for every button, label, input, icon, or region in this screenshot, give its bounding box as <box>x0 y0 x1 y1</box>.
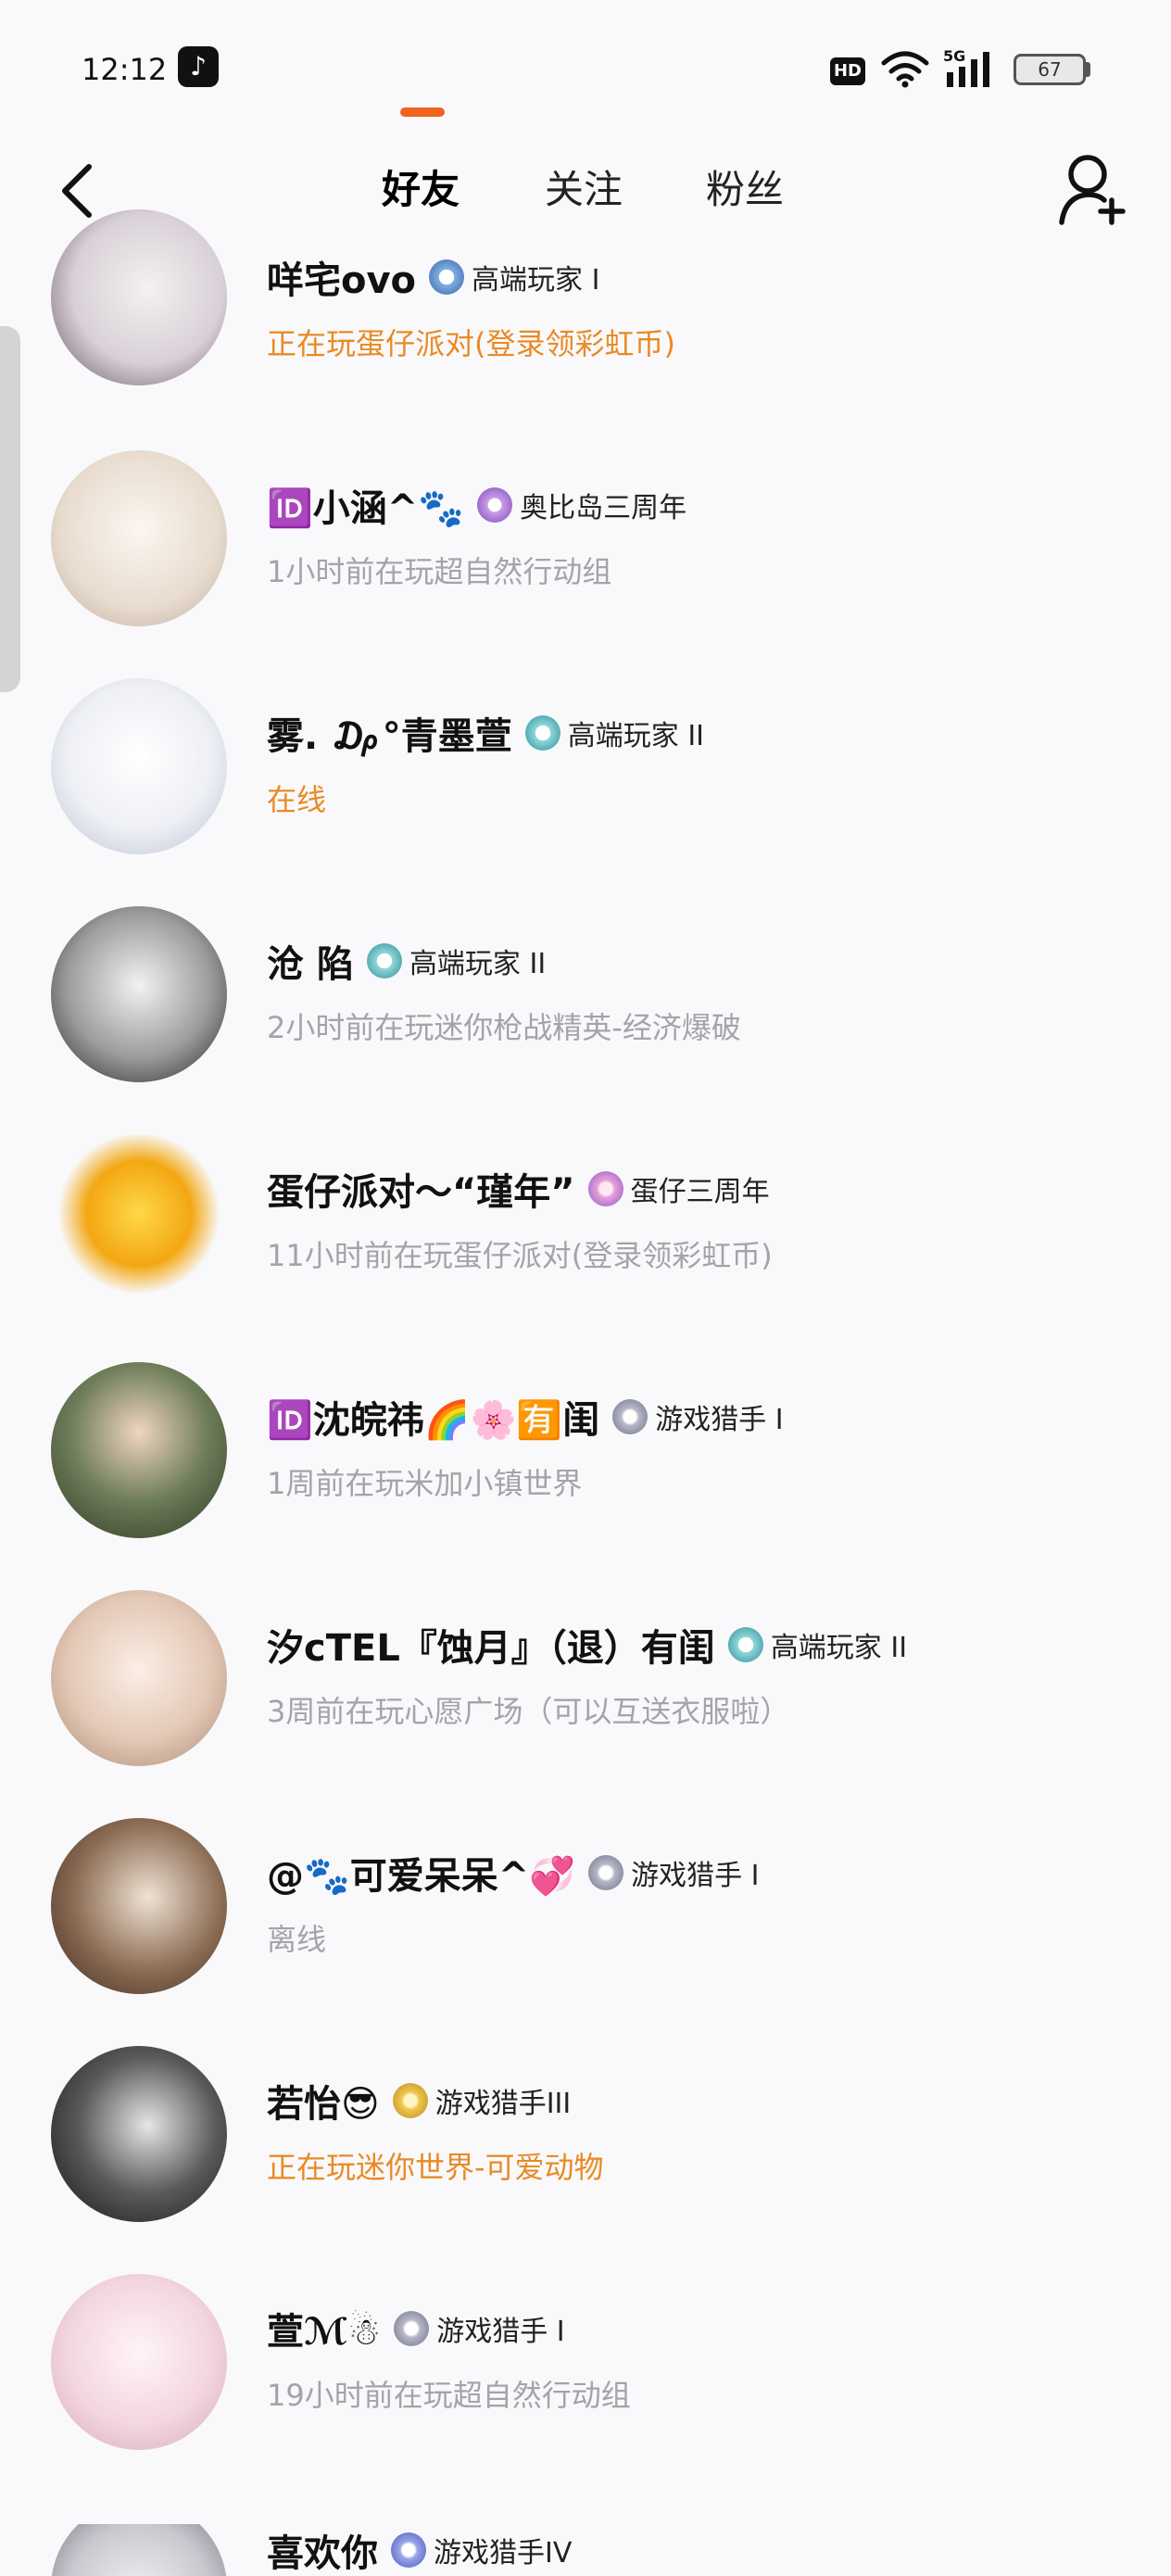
badge-icon <box>612 1399 648 1434</box>
badge-label: 蛋仔三周年 <box>630 1176 770 1208</box>
friend-status: 2小时前在玩迷你枪战精英-经济爆破 <box>267 1010 741 1045</box>
avatar <box>51 450 227 626</box>
badge-label: 高端玩家 II <box>409 948 547 980</box>
avatar <box>51 1362 227 1538</box>
friend-row[interactable]: 🆔沈皖祎🌈🌸🈶闺 游戏猎手 I 1周前在玩米加小镇世界 <box>0 1362 1171 1616</box>
friend-name: 🆔沈皖祎🌈🌸🈶闺 <box>267 1399 600 1442</box>
friend-row[interactable]: 萱ℳ☃ 游戏猎手 I 19小时前在玩超自然行动组 <box>0 2274 1171 2528</box>
badge-icon <box>392 2083 428 2118</box>
avatar <box>51 1818 227 1994</box>
friend-status: 正在玩迷你世界-可爱动物 <box>267 2150 604 2185</box>
badge-label: 游戏猎手 I <box>631 1860 760 1892</box>
friend-name: 若怡😎 <box>267 2083 380 2126</box>
name-line: @🐾可爱呆呆^💞 游戏猎手 I <box>267 1846 760 1900</box>
friend-status: 离线 <box>267 1922 327 1957</box>
badge-label: 游戏猎手III <box>434 2088 572 2120</box>
badge-label: 高端玩家 II <box>770 1632 908 1664</box>
friend-name: 萱ℳ☃ <box>267 2311 382 2354</box>
friend-name: 沧 陷 <box>267 943 354 986</box>
friend-row[interactable]: 若怡😎 游戏猎手III 正在玩迷你世界-可爱动物 <box>0 2046 1171 2300</box>
avatar <box>51 209 227 385</box>
name-line: 汐cTEL『蚀月』（退）有闺 高端玩家 II <box>267 1618 907 1672</box>
friends-page: 12:12 ♪ HD 5G 67 好友 关注 粉丝 咩宅ovo 高端玩家 I 正… <box>0 0 1171 2576</box>
friend-row[interactable]: 蛋仔派对～“瑾年” 蛋仔三周年 11小时前在玩蛋仔派对(登录领彩虹币) <box>0 1134 1171 1388</box>
friend-list: 咩宅ovo 高端玩家 I 正在玩蛋仔派对(登录领彩虹币) 🆔小涵^🐾 奥比岛三周… <box>0 0 1171 2576</box>
avatar <box>51 2274 227 2450</box>
friend-status: 3周前在玩心愿广场（可以互送衣服啦） <box>267 1694 790 1729</box>
friend-status: 在线 <box>267 782 327 817</box>
avatar <box>51 678 227 854</box>
active-tab-indicator <box>400 107 445 117</box>
badge-icon <box>394 2311 430 2346</box>
badge-label: 游戏猎手 I <box>436 2316 565 2348</box>
badge-icon <box>477 487 513 523</box>
friend-status: 正在玩蛋仔派对(登录领彩虹币) <box>267 326 675 361</box>
friend-status: 11小时前在玩蛋仔派对(登录领彩虹币) <box>267 1238 773 1273</box>
name-line: 萱ℳ☃ 游戏猎手 I <box>267 2302 565 2355</box>
name-line: 🆔小涵^🐾 奥比岛三周年 <box>267 478 686 532</box>
friend-name: 汐cTEL『蚀月』（退）有闺 <box>267 1627 715 1670</box>
badge-icon <box>524 715 560 751</box>
friend-row[interactable]: 雾. ₯°青墨萱 高端玩家 II 在线 <box>0 678 1171 932</box>
badge-label: 游戏猎手IV <box>434 2537 573 2570</box>
friend-row[interactable]: 咩宅ovo 高端玩家 I 正在玩蛋仔派对(登录领彩虹币) <box>0 209 1171 476</box>
name-line: 沧 陷 高端玩家 II <box>267 934 546 988</box>
friend-status: 1小时前在玩超自然行动组 <box>267 554 612 589</box>
avatar <box>51 1134 227 1310</box>
badge-label: 高端玩家 I <box>472 264 600 297</box>
friend-status: 1周前在玩米加小镇世界 <box>267 1466 583 1501</box>
name-line: 雾. ₯°青墨萱 高端玩家 II <box>267 706 704 760</box>
friend-name: 喜欢你 <box>267 2532 378 2575</box>
badge-icon <box>366 943 402 979</box>
name-line: 喜欢你 游戏猎手IV <box>267 2524 572 2576</box>
friend-name: @🐾可爱呆呆^💞 <box>267 1855 576 1898</box>
badge-icon <box>587 1171 623 1206</box>
friend-row[interactable]: 汐cTEL『蚀月』（退）有闺 高端玩家 II 3周前在玩心愿广场（可以互送衣服啦… <box>0 1590 1171 1844</box>
avatar <box>51 2524 227 2576</box>
badge-label: 奥比岛三周年 <box>520 492 687 524</box>
friend-row[interactable]: @🐾可爱呆呆^💞 游戏猎手 I 离线 <box>0 1818 1171 2072</box>
badge-icon <box>429 259 465 295</box>
name-line: 蛋仔派对～“瑾年” 蛋仔三周年 <box>267 1162 770 1216</box>
friend-name: 🆔小涵^🐾 <box>267 487 465 530</box>
name-line: 咩宅ovo 高端玩家 I <box>267 250 599 304</box>
badge-label: 高端玩家 II <box>567 720 705 752</box>
friend-row[interactable]: 🆔小涵^🐾 奥比岛三周年 1小时前在玩超自然行动组 <box>0 450 1171 704</box>
avatar <box>51 2046 227 2222</box>
badge-label: 游戏猎手 I <box>655 1404 784 1436</box>
badge-icon <box>391 2532 426 2568</box>
name-line: 🆔沈皖祎🌈🌸🈶闺 游戏猎手 I <box>267 1390 784 1444</box>
badge-icon <box>588 1855 624 1890</box>
friend-row[interactable]: 沧 陷 高端玩家 II 2小时前在玩迷你枪战精英-经济爆破 <box>0 906 1171 1160</box>
name-line: 若怡😎 游戏猎手III <box>267 2074 571 2128</box>
friend-name: 雾. ₯°青墨萱 <box>267 715 512 758</box>
badge-icon <box>727 1627 763 1662</box>
friend-row[interactable]: 喜欢你 游戏猎手IV <box>0 2524 1171 2576</box>
friend-name: 咩宅ovo <box>267 259 417 302</box>
friend-name: 蛋仔派对～“瑾年” <box>267 1171 575 1214</box>
friend-status: 19小时前在玩超自然行动组 <box>267 2378 631 2413</box>
avatar <box>51 906 227 1082</box>
avatar <box>51 1590 227 1766</box>
